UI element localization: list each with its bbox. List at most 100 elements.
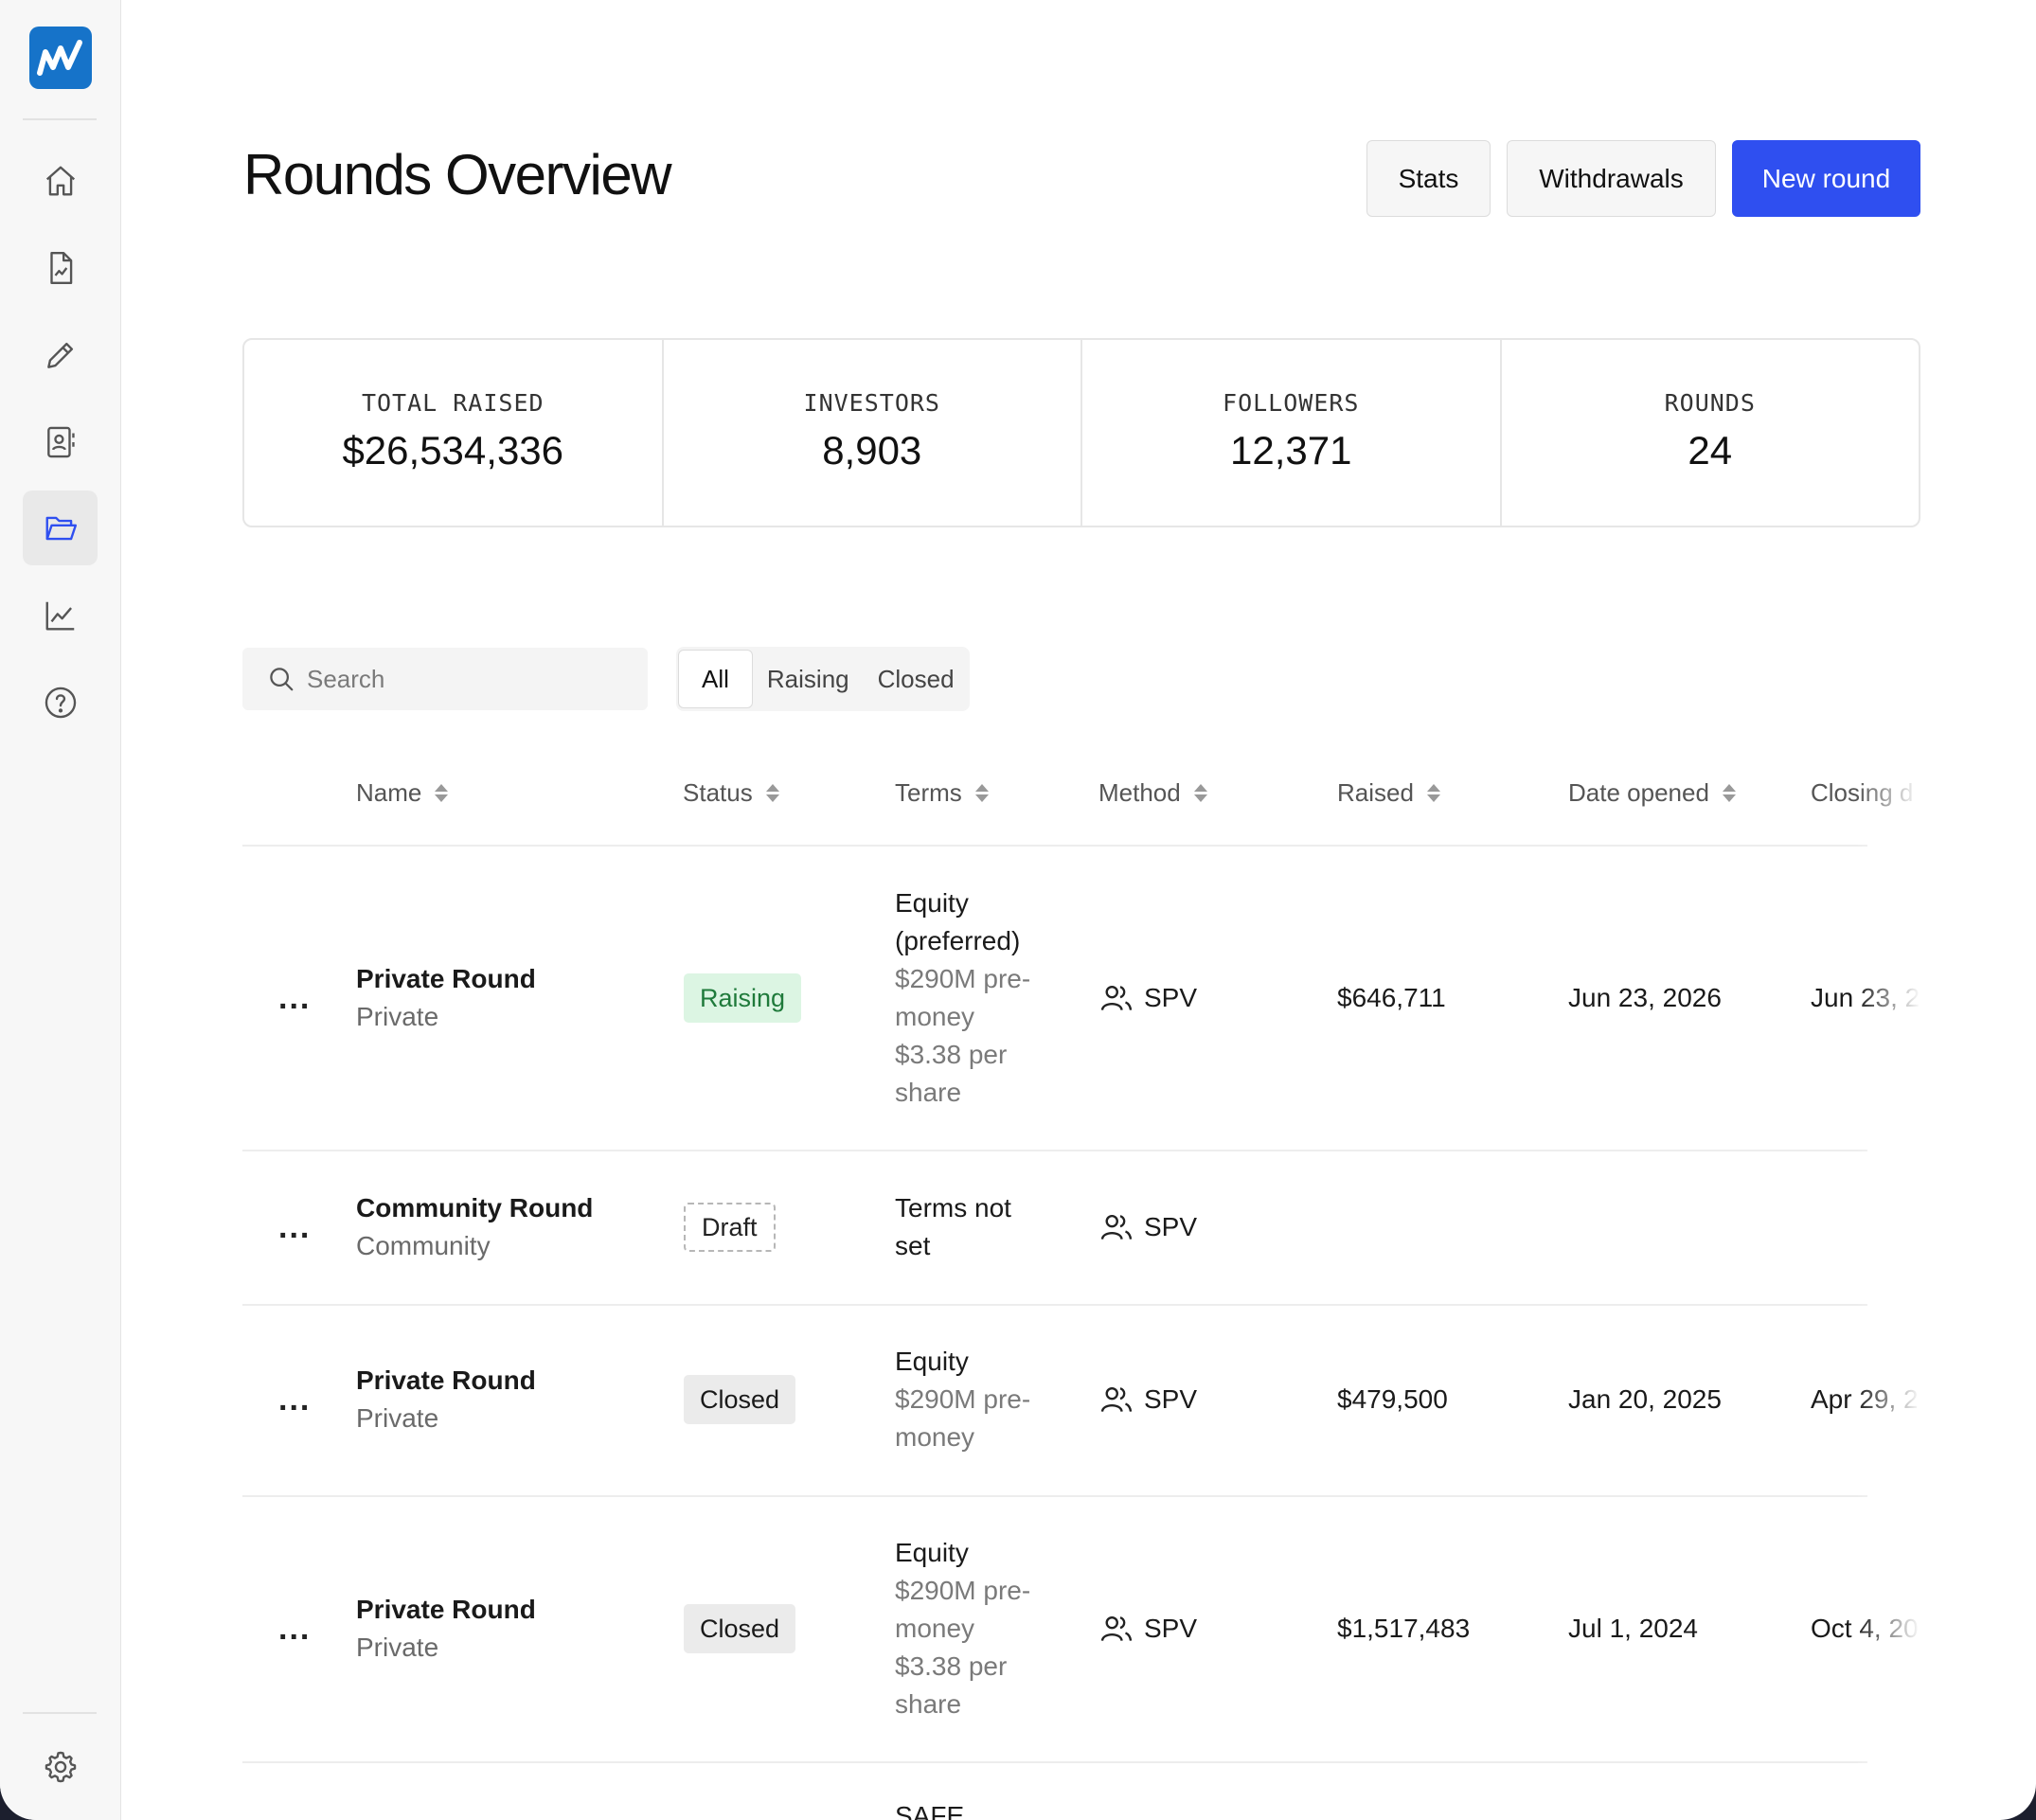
round-name[interactable]: Community Round [356, 1189, 593, 1227]
filter-raising[interactable]: Raising [753, 650, 864, 708]
date-opened: Jan 20, 2025 [1568, 1384, 1722, 1414]
search-box[interactable] [242, 648, 648, 710]
sort-icon [1426, 784, 1440, 802]
method-cell: SPV [1098, 1610, 1197, 1648]
stats-button[interactable]: Stats [1366, 140, 1491, 217]
stats-card: TOTAL RAISED $26,534,336 INVESTORS 8,903… [242, 338, 1920, 527]
folder-open-icon [45, 516, 77, 540]
method-label: SPV [1144, 1212, 1198, 1241]
terms-detail-line: $3.38 per [895, 1651, 1008, 1681]
sidebar-item-contacts[interactable] [23, 404, 98, 479]
sort-icon [974, 784, 989, 802]
status-badge: Draft [684, 1203, 776, 1252]
stat-label: TOTAL RAISED [361, 389, 545, 417]
sidebar-item-analytics[interactable] [23, 578, 98, 652]
sidebar-divider [23, 118, 97, 120]
contact-book-icon [46, 426, 75, 457]
terms-detail-line: money [895, 1422, 975, 1452]
column-header-raised[interactable]: Raised [1337, 778, 1440, 808]
round-name[interactable]: Private Round [356, 960, 536, 998]
status-badge: Raising [684, 973, 802, 1023]
closing-date: Oct 4, 20 [1811, 1614, 1919, 1643]
terms-detail-line: share [895, 1689, 962, 1719]
stat-label: ROUNDS [1664, 389, 1756, 417]
row-divider [242, 845, 1867, 847]
sort-icon [435, 784, 449, 802]
column-header-method[interactable]: Method [1098, 778, 1207, 808]
sidebar-item-edit[interactable] [23, 317, 98, 392]
users-icon [1100, 1386, 1133, 1413]
column-header-label: Name [356, 778, 422, 807]
sidebar-divider [23, 1712, 97, 1714]
filter-all[interactable]: All [678, 650, 753, 708]
method-label: SPV [1144, 1614, 1198, 1643]
column-header-terms[interactable]: Terms [895, 778, 989, 808]
users-icon [1100, 985, 1133, 1011]
row-actions-button[interactable]: ... [278, 979, 311, 1017]
new-round-button[interactable]: New round [1732, 140, 1920, 217]
column-header-label: Method [1098, 778, 1181, 807]
terms-detail-line: $290M pre- [895, 1576, 1031, 1605]
row-actions-button[interactable]: ... [278, 1381, 311, 1419]
home-icon [45, 166, 75, 195]
status-filter: All Raising Closed [676, 647, 970, 711]
stat-label: FOLLOWERS [1223, 389, 1360, 417]
column-header-label: Date opened [1568, 778, 1709, 807]
column-header-name[interactable]: Name [356, 778, 449, 808]
status-badge: Closed [684, 1604, 796, 1653]
terms-detail-line: $290M pre- [895, 1384, 1031, 1414]
w-logo-icon [37, 40, 82, 76]
method-label: SPV [1144, 983, 1198, 1012]
sidebar-item-rounds[interactable] [23, 491, 98, 565]
sort-icon [1193, 784, 1207, 802]
status-badge: Closed [684, 1375, 796, 1424]
sidebar-item-home[interactable] [23, 143, 98, 218]
search-input[interactable] [307, 664, 629, 694]
row-actions-button[interactable]: ... [278, 1208, 311, 1246]
sort-icon [765, 784, 779, 802]
raised-amount: $479,500 [1337, 1384, 1448, 1414]
method-cell: SPV [1098, 1381, 1197, 1419]
column-header-closing-date[interactable]: Closing d [1811, 778, 1913, 808]
help-circle-icon [45, 687, 76, 718]
column-header-label: Status [683, 778, 753, 807]
app-window: Rounds Overview Stats Withdrawals New ro… [0, 0, 2036, 1820]
closing-date: Jun 23, 2 [1811, 983, 1920, 1012]
document-chart-icon [49, 251, 72, 284]
method-label: SPV [1144, 1384, 1198, 1414]
column-header-status[interactable]: Status [683, 778, 779, 808]
sidebar [0, 0, 121, 1820]
round-name[interactable]: Private Round [356, 1591, 536, 1629]
terms-detail-line: $3.38 per [895, 1040, 1008, 1069]
filter-closed[interactable]: Closed [864, 650, 969, 708]
stat-followers: FOLLOWERS 12,371 [1082, 340, 1502, 526]
method-cell: SPV [1098, 979, 1197, 1017]
app-logo[interactable] [29, 27, 92, 89]
stat-value: 8,903 [822, 428, 922, 473]
stat-value: 12,371 [1230, 428, 1352, 473]
raised-amount: $646,711 [1337, 983, 1446, 1012]
sidebar-item-documents[interactable] [23, 230, 98, 305]
search-icon [270, 668, 294, 691]
row-divider [242, 1304, 1867, 1306]
stat-total-raised: TOTAL RAISED $26,534,336 [244, 340, 664, 526]
terms-line: Equity [895, 888, 969, 918]
terms-detail-line: share [895, 1078, 962, 1107]
terms-line: (preferred) [895, 926, 1021, 955]
raised-amount: $1,517,483 [1337, 1614, 1471, 1643]
sidebar-item-settings[interactable] [23, 1729, 98, 1804]
sidebar-item-help[interactable] [23, 665, 98, 740]
table-scroll-fade [1856, 758, 1932, 1820]
row-divider [242, 1150, 1867, 1151]
gear-icon [45, 1751, 76, 1782]
closing-date: Apr 29, 2 [1811, 1384, 1919, 1414]
round-name[interactable]: Private Round [356, 1362, 536, 1400]
column-header-date-opened[interactable]: Date opened [1568, 778, 1736, 808]
terms-line: Equity [895, 1347, 969, 1376]
column-header-label: Terms [895, 778, 962, 807]
column-header-label: Closing d [1811, 778, 1914, 807]
terms-line: Terms not [895, 1193, 1011, 1222]
row-actions-button[interactable]: ... [278, 1610, 311, 1648]
stat-value: 24 [1688, 428, 1733, 473]
withdrawals-button[interactable]: Withdrawals [1507, 140, 1716, 217]
